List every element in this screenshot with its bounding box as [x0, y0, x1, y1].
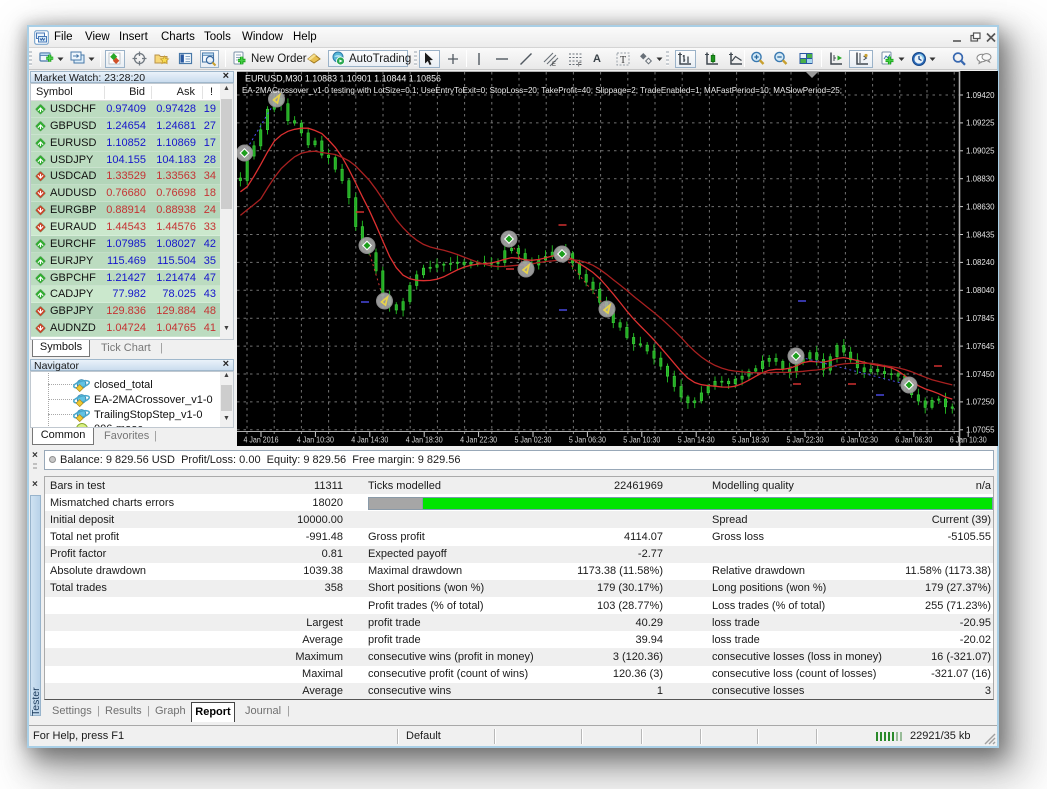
svg-text:5 Jan 18:30: 5 Jan 18:30 [732, 435, 769, 445]
svg-text:E: E [552, 62, 556, 67]
svg-text:4 Jan 22:30: 4 Jan 22:30 [460, 435, 497, 445]
svg-text:1.07845: 1.07845 [966, 313, 995, 323]
svg-text:5 Jan 22:30: 5 Jan 22:30 [787, 435, 824, 445]
svg-text:4 Jan 10:30: 4 Jan 10:30 [297, 435, 334, 445]
svg-text:1.09420: 1.09420 [966, 90, 995, 100]
svg-text:1.09025: 1.09025 [966, 146, 995, 156]
svg-text:1.08240: 1.08240 [966, 257, 995, 267]
svg-text:1.07055: 1.07055 [966, 425, 995, 435]
svg-text:T: T [620, 55, 626, 66]
svg-text:4 Jan 18:30: 4 Jan 18:30 [406, 435, 443, 445]
svg-text:5 Jan 02:30: 5 Jan 02:30 [515, 435, 552, 445]
svg-text:6 Jan 06:30: 6 Jan 06:30 [895, 435, 932, 445]
svg-text:1.07250: 1.07250 [966, 397, 995, 407]
svg-text:EA-2MACrossover_v1-0 testing w: EA-2MACrossover_v1-0 testing with LotSiz… [242, 85, 842, 95]
svg-text:1.08435: 1.08435 [966, 229, 995, 239]
svg-text:5 Jan 06:30: 5 Jan 06:30 [569, 435, 606, 445]
svg-text:6 Jan 10:30: 6 Jan 10:30 [950, 435, 987, 445]
svg-text:4 Jan 14:30: 4 Jan 14:30 [351, 435, 388, 445]
svg-text:4 Jan 2016: 4 Jan 2016 [244, 435, 279, 445]
svg-text:6 Jan 02:30: 6 Jan 02:30 [841, 435, 878, 445]
svg-text:5 Jan 10:30: 5 Jan 10:30 [623, 435, 660, 445]
svg-text:5 Jan 14:30: 5 Jan 14:30 [678, 435, 715, 445]
svg-text:1.07645: 1.07645 [966, 341, 995, 351]
svg-text:1.07450: 1.07450 [966, 369, 995, 379]
svg-text:1.08830: 1.08830 [966, 174, 995, 184]
svg-text:F: F [578, 63, 582, 68]
svg-text:EURUSD,M30 1.10883 1.10901 1.: EURUSD,M30 1.10883 1.10901 1.10844 1.108… [245, 74, 441, 84]
svg-text:1.09225: 1.09225 [966, 118, 995, 128]
svg-text:1.08040: 1.08040 [966, 285, 995, 295]
svg-text:1.08630: 1.08630 [966, 201, 995, 211]
